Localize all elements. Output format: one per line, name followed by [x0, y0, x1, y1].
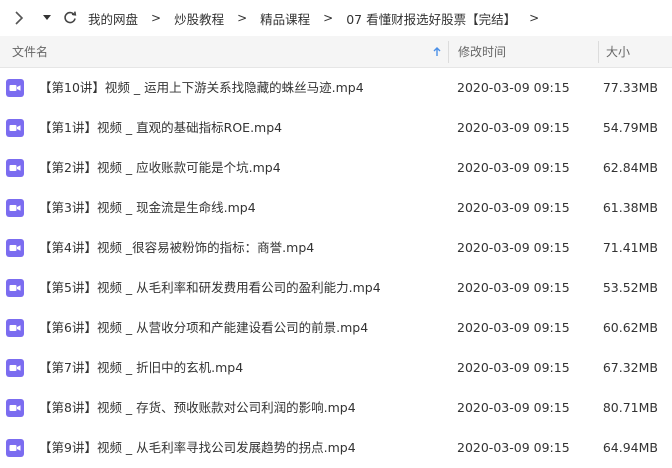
- file-name[interactable]: 【第3讲】视频 _ 现金流是生命线.mp4: [39, 188, 256, 228]
- file-list: 【第10讲】视频 _ 运用上下游关系找隐藏的蛛丝马迹.mp4 2020-03-09…: [0, 68, 672, 468]
- video-file-icon: [6, 239, 24, 257]
- breadcrumb-separator: >: [151, 11, 162, 25]
- toolbar: 我的网盘 > 炒股教程 > 精品课程 > 07 看懂财报选好股票【完结】 >: [0, 0, 672, 36]
- file-name[interactable]: 【第9讲】视频 _ 从毛利率寻找公司发展趋势的拐点.mp4: [39, 428, 356, 468]
- file-size: 61.38MB: [602, 200, 658, 215]
- video-file-icon: [6, 359, 24, 377]
- file-modified-time: 2020-03-09 09:15: [457, 80, 570, 95]
- file-modified-time: 2020-03-09 09:15: [457, 120, 570, 135]
- chevron-right-icon: [15, 11, 24, 25]
- file-modified-time: 2020-03-09 09:15: [457, 160, 570, 175]
- file-modified-time: 2020-03-09 09:15: [457, 280, 570, 295]
- video-file-icon: [6, 399, 24, 417]
- video-file-icon: [6, 319, 24, 337]
- breadcrumb-current-folder[interactable]: 07 看懂财报选好股票【完结】: [346, 9, 516, 28]
- file-size: 80.71MB: [602, 400, 658, 415]
- file-modified-time: 2020-03-09 09:15: [457, 360, 570, 375]
- column-header-modified[interactable]: 修改时间: [458, 36, 506, 68]
- file-size: 77.33MB: [602, 80, 658, 95]
- file-size: 54.79MB: [602, 120, 658, 135]
- breadcrumb-separator: >: [323, 11, 334, 25]
- video-file-icon: [6, 199, 24, 217]
- breadcrumb-more-button[interactable]: >: [529, 11, 539, 25]
- file-name[interactable]: 【第2讲】视频 _ 应收账款可能是个坑.mp4: [39, 148, 281, 188]
- file-size: 71.41MB: [602, 240, 658, 255]
- file-name[interactable]: 【第5讲】视频 _ 从毛利率和研发费用看公司的盈利能力.mp4: [39, 268, 381, 308]
- file-name[interactable]: 【第8讲】视频 _ 存货、预收账款对公司利润的影响.mp4: [39, 388, 356, 428]
- table-row[interactable]: 【第7讲】视频 _ 折旧中的玄机.mp4 2020-03-09 09:15 67.3…: [0, 348, 672, 388]
- table-row[interactable]: 【第8讲】视频 _ 存货、预收账款对公司利润的影响.mp4 2020-03-09 …: [0, 388, 672, 428]
- breadcrumb-my-drive[interactable]: 我的网盘: [88, 9, 138, 28]
- refresh-icon: [64, 11, 77, 24]
- refresh-button[interactable]: [60, 8, 80, 28]
- file-modified-time: 2020-03-09 09:15: [457, 440, 570, 455]
- column-header-size[interactable]: 大小: [606, 36, 630, 68]
- breadcrumb-separator: >: [237, 11, 248, 25]
- table-row[interactable]: 【第5讲】视频 _ 从毛利率和研发费用看公司的盈利能力.mp4 2020-03-0…: [0, 268, 672, 308]
- column-divider[interactable]: [598, 41, 599, 63]
- back-button[interactable]: [9, 8, 29, 28]
- video-file-icon: [6, 279, 24, 297]
- history-dropdown-button[interactable]: [37, 8, 57, 28]
- table-row[interactable]: 【第3讲】视频 _ 现金流是生命线.mp4 2020-03-09 09:15 61.…: [0, 188, 672, 228]
- file-list-header: 文件名 修改时间 大小: [0, 36, 672, 68]
- table-row[interactable]: 【第9讲】视频 _ 从毛利率寻找公司发展趋势的拐点.mp4 2020-03-09 …: [0, 428, 672, 468]
- file-name[interactable]: 【第7讲】视频 _ 折旧中的玄机.mp4: [39, 348, 243, 388]
- video-file-icon: [6, 79, 24, 97]
- breadcrumb: 我的网盘 > 炒股教程 > 精品课程 > 07 看懂财报选好股票【完结】 >: [88, 9, 552, 28]
- column-divider[interactable]: [448, 41, 449, 63]
- file-size: 53.52MB: [602, 280, 658, 295]
- caret-down-icon: [43, 15, 51, 20]
- file-size: 62.84MB: [602, 160, 658, 175]
- file-modified-time: 2020-03-09 09:15: [457, 320, 570, 335]
- file-size: 60.62MB: [602, 320, 658, 335]
- file-size: 67.32MB: [602, 360, 658, 375]
- table-row[interactable]: 【第10讲】视频 _ 运用上下游关系找隐藏的蛛丝马迹.mp4 2020-03-09…: [0, 68, 672, 108]
- file-name[interactable]: 【第6讲】视频 _ 从营收分项和产能建设看公司的前景.mp4: [39, 308, 368, 348]
- video-file-icon: [6, 159, 24, 177]
- file-modified-time: 2020-03-09 09:15: [457, 400, 570, 415]
- file-modified-time: 2020-03-09 09:15: [457, 240, 570, 255]
- sort-ascending-icon[interactable]: [433, 36, 441, 68]
- video-file-icon: [6, 119, 24, 137]
- video-file-icon: [6, 439, 24, 457]
- table-row[interactable]: 【第6讲】视频 _ 从营收分项和产能建设看公司的前景.mp4 2020-03-09…: [0, 308, 672, 348]
- breadcrumb-premium-courses[interactable]: 精品课程: [260, 9, 310, 28]
- breadcrumb-stock-tutorials[interactable]: 炒股教程: [174, 9, 224, 28]
- file-modified-time: 2020-03-09 09:15: [457, 200, 570, 215]
- table-row[interactable]: 【第4讲】视频 _很容易被粉饰的指标：商誉.mp4 2020-03-09 09:1…: [0, 228, 672, 268]
- column-header-name[interactable]: 文件名: [12, 36, 48, 68]
- file-name[interactable]: 【第4讲】视频 _很容易被粉饰的指标：商誉.mp4: [39, 228, 314, 268]
- table-row[interactable]: 【第2讲】视频 _ 应收账款可能是个坑.mp4 2020-03-09 09:15 6…: [0, 148, 672, 188]
- file-name[interactable]: 【第10讲】视频 _ 运用上下游关系找隐藏的蛛丝马迹.mp4: [39, 68, 364, 108]
- file-name[interactable]: 【第1讲】视频 _ 直观的基础指标ROE.mp4: [39, 108, 282, 148]
- table-row[interactable]: 【第1讲】视频 _ 直观的基础指标ROE.mp4 2020-03-09 09:15…: [0, 108, 672, 148]
- file-size: 64.94MB: [602, 440, 658, 455]
